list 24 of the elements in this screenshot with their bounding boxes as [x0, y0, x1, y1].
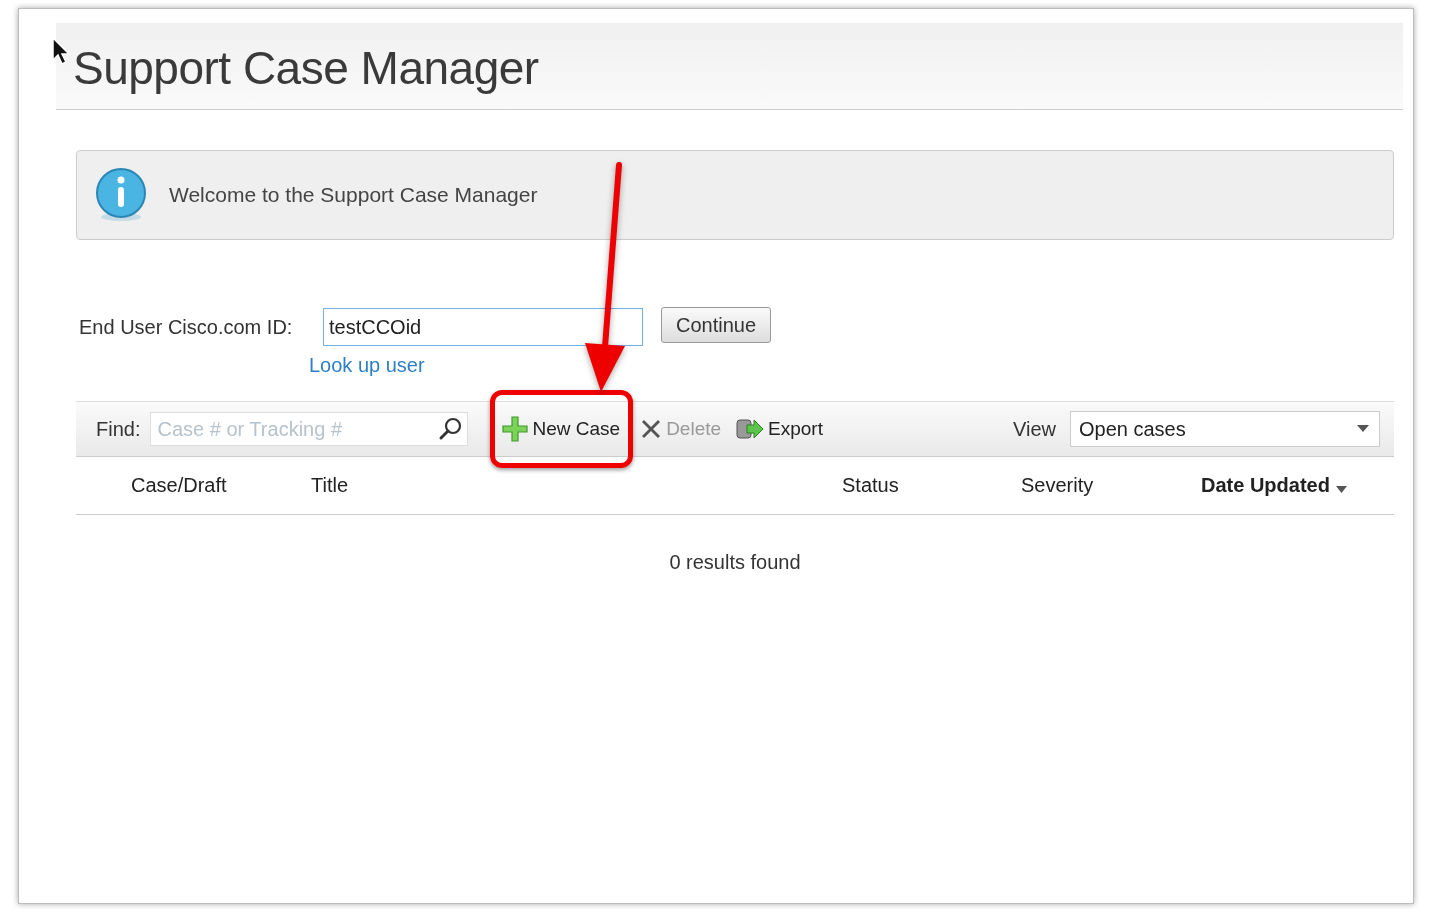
- search-field[interactable]: Case # or Tracking #: [150, 412, 469, 446]
- export-button[interactable]: Export: [735, 416, 823, 442]
- view-dropdown[interactable]: Open cases: [1070, 411, 1380, 447]
- sort-caret-icon: [1335, 485, 1347, 494]
- notice-text: Welcome to the Support Case Manager: [169, 183, 538, 207]
- info-icon: [95, 167, 147, 223]
- plus-icon: [501, 415, 530, 443]
- id-input[interactable]: testCCOid: [323, 308, 643, 346]
- column-header[interactable]: Severity: [1021, 474, 1201, 497]
- cursor-icon: [51, 37, 71, 65]
- lookup-link[interactable]: Look up user: [309, 354, 425, 377]
- export-icon: [735, 416, 766, 442]
- find-label: Find:: [96, 417, 141, 441]
- column-header[interactable]: Title: [311, 474, 842, 497]
- continue-button[interactable]: Continue: [661, 307, 772, 343]
- caret-icon: [1357, 425, 1369, 433]
- column-header[interactable]: Status: [842, 474, 1021, 497]
- add-button[interactable]: New Case: [490, 390, 634, 468]
- column-header[interactable]: Case/Draft: [131, 474, 311, 497]
- page-title: Support Case Manager: [73, 41, 539, 95]
- id-label: End User Cisco.com ID:: [79, 315, 294, 339]
- empty-message: 0 results found: [669, 551, 801, 573]
- view-label: View: [1013, 417, 1056, 441]
- column-header[interactable]: Date Updated: [1201, 474, 1394, 497]
